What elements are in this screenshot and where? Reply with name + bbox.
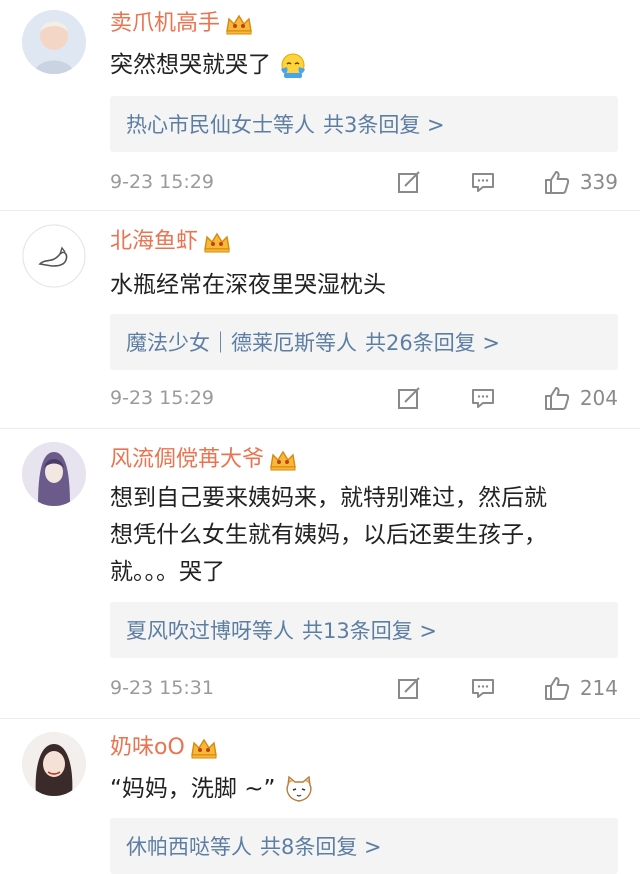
crying-emoji-icon bbox=[281, 53, 306, 78]
comment-text-line: 想到自己要来姨妈来，就特别难过，然后就 bbox=[110, 485, 547, 511]
share-edit-icon[interactable] bbox=[394, 383, 424, 413]
avatar[interactable] bbox=[22, 732, 86, 796]
reply-count[interactable]: 共8条回复 > bbox=[260, 831, 382, 861]
reply-summary[interactable]: 夏风吹过博呀等人 共13条回复 > bbox=[110, 602, 618, 658]
comment-text: 想到自己要来姨妈来，就特别难过，然后就 想凭什么女生就有姨妈，以后还要生孩子， … bbox=[110, 480, 618, 591]
comment-item: 风流倜傥苒大爷 想到自己要来姨妈来，就特别难过，然后就 想凭什么女生就有姨妈，以… bbox=[0, 428, 640, 719]
reply-users[interactable]: 热心市民仙女士等人 bbox=[126, 109, 315, 139]
avatar[interactable] bbox=[22, 442, 86, 506]
reply-summary[interactable]: 魔法少女｜德莱厄斯等人 共26条回复 > bbox=[110, 314, 618, 370]
comment-text-content: 突然想哭就哭了 bbox=[110, 52, 271, 78]
reply-count[interactable]: 共26条回复 > bbox=[365, 327, 500, 357]
comment-item: 北海鱼虾 水瓶经常在深夜里哭湿枕头 魔法少女｜德莱厄斯等人 共26条回复 > 9… bbox=[0, 210, 640, 429]
comment-text: “妈妈，洗脚 ~” bbox=[110, 770, 618, 808]
like-count: 214 bbox=[579, 676, 618, 700]
crown-badge-icon bbox=[226, 14, 252, 35]
comment-text: 突然想哭就哭了 bbox=[110, 46, 618, 84]
like-button[interactable]: 214 bbox=[542, 673, 618, 703]
share-edit-icon[interactable] bbox=[394, 673, 424, 703]
like-count: 339 bbox=[579, 170, 618, 194]
avatar-image-icon bbox=[22, 732, 86, 796]
thumbs-up-icon bbox=[542, 383, 572, 413]
comment-bubble-icon[interactable] bbox=[468, 167, 498, 197]
reply-users[interactable]: 魔法少女｜德莱厄斯等人 bbox=[126, 327, 357, 357]
username[interactable]: 卖爪机高手 bbox=[110, 8, 220, 40]
like-count: 204 bbox=[579, 386, 618, 410]
comment-bubble-icon[interactable] bbox=[468, 383, 498, 413]
timestamp: 9-23 15:31 bbox=[110, 677, 214, 699]
reply-count[interactable]: 共3条回复 > bbox=[323, 109, 445, 139]
comment-bubble-icon[interactable] bbox=[468, 673, 498, 703]
avatar-image-icon bbox=[22, 10, 86, 74]
timestamp: 9-23 15:29 bbox=[110, 387, 214, 409]
comment-item: 奶味oO “妈妈，洗脚 ~” 休帕西哒等人 共8条回复 > bbox=[0, 718, 640, 874]
reply-summary[interactable]: 休帕西哒等人 共8条回复 > bbox=[110, 818, 618, 874]
username[interactable]: 奶味oO bbox=[110, 732, 185, 764]
thumbs-up-icon bbox=[542, 167, 572, 197]
comment-text-line: 就。。。哭了 bbox=[110, 559, 225, 585]
crown-badge-icon bbox=[270, 450, 296, 471]
comment-text-line: 想凭什么女生就有姨妈，以后还要生孩子， bbox=[110, 522, 547, 548]
like-button[interactable]: 204 bbox=[542, 383, 618, 413]
cat-emoji-icon bbox=[286, 775, 312, 802]
thumbs-up-icon bbox=[542, 673, 572, 703]
reply-users[interactable]: 夏风吹过博呀等人 bbox=[126, 615, 294, 645]
reply-summary[interactable]: 热心市民仙女士等人 共3条回复 > bbox=[110, 96, 618, 152]
like-button[interactable]: 339 bbox=[542, 167, 618, 197]
crown-badge-icon bbox=[204, 232, 230, 253]
username[interactable]: 北海鱼虾 bbox=[110, 226, 198, 258]
avatar[interactable] bbox=[22, 10, 86, 74]
avatar-image-icon bbox=[22, 442, 86, 506]
comment-item: 卖爪机高手 突然想哭就哭了 热心市民仙女士等人 共3条回复 > 9-23 15:… bbox=[0, 0, 640, 211]
comment-text: 水瓶经常在深夜里哭湿枕头 bbox=[110, 272, 386, 298]
crown-badge-icon bbox=[190, 738, 217, 759]
comment-text-content: “妈妈，洗脚 ~” bbox=[110, 776, 276, 802]
timestamp: 9-23 15:29 bbox=[110, 171, 214, 193]
avatar-image-icon bbox=[22, 224, 86, 288]
username[interactable]: 风流倜傥苒大爷 bbox=[110, 444, 264, 476]
reply-count[interactable]: 共13条回复 > bbox=[302, 615, 437, 645]
reply-users[interactable]: 休帕西哒等人 bbox=[126, 831, 252, 861]
avatar[interactable] bbox=[22, 224, 86, 288]
share-edit-icon[interactable] bbox=[394, 167, 424, 197]
